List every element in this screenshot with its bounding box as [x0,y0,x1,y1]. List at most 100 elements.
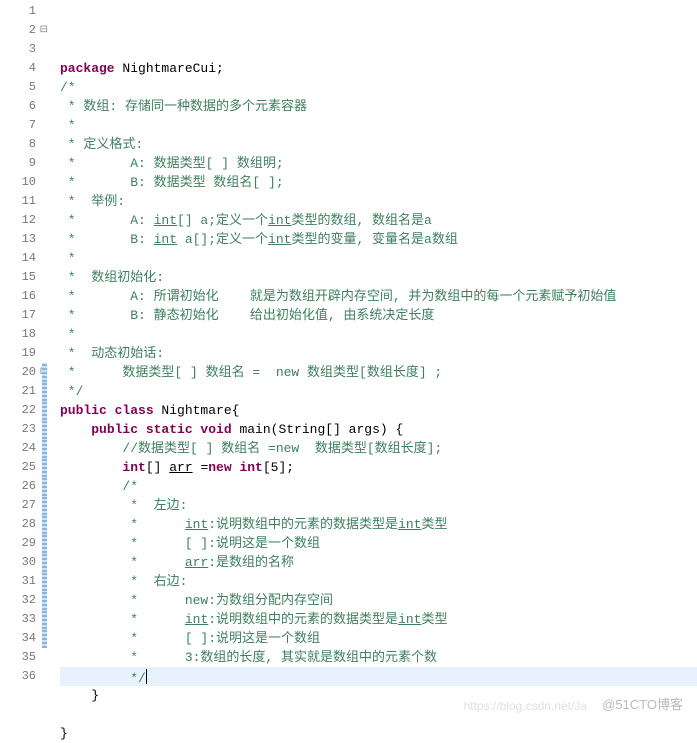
code-line[interactable]: * B: int a[];定义一个int类型的变量, 变量名是a数组 [60,230,697,249]
code-line[interactable]: public class Nightmare{ [60,401,697,420]
code-line[interactable]: * B: 静态初始化 给出初始化值, 由系统决定长度 [60,306,697,325]
change-marker [42,477,47,496]
code-line[interactable]: * B: 数据类型 数组名[ ]; [60,173,697,192]
code-token: * new:为数组分配内存空间 [122,593,333,608]
code-token: * 左边: [122,498,187,513]
code-token: * 定义格式: [60,137,143,152]
code-token: } [91,688,99,703]
change-marker [42,401,47,420]
code-token: :是数组的名称 [208,555,294,570]
code-line[interactable]: } [60,724,697,743]
code-line[interactable]: int[] arr =new int[5]; [60,458,697,477]
code-line[interactable]: * 举例: [60,192,697,211]
code-line[interactable]: //数据类型[ ] 数组名 =new 数据类型[数组长度]; [60,439,697,458]
code-token: * [122,517,184,532]
code-token: int [398,517,421,532]
code-line[interactable]: */ [60,382,697,401]
change-marker [42,553,47,572]
code-token: * [122,612,184,627]
line-number: 1 [0,2,36,21]
code-line[interactable]: * [60,325,697,344]
code-editor[interactable]: 12⊟34567891011121314151617181920⊟2122232… [0,0,697,719]
code-token: * 动态初始话: [60,346,164,361]
code-token: * [60,118,76,133]
code-area[interactable]: package NightmareCui;/* * 数组: 存储同一种数据的多个… [42,0,697,719]
code-token: a[];定义一个 [177,232,268,247]
line-number: 32 [0,591,36,610]
line-number: 25 [0,458,36,477]
code-line[interactable]: /* [60,78,697,97]
code-line[interactable]: * 数组: 存储同一种数据的多个元素容器 [60,97,697,116]
line-number: 10 [0,173,36,192]
code-token: * B: [60,232,154,247]
code-token: /* [122,479,138,494]
line-number: 34 [0,629,36,648]
code-token: int [268,232,291,247]
code-token: * [ ]:说明这是一个数组 [122,631,320,646]
code-line[interactable]: package NightmareCui; [60,59,697,78]
code-line[interactable]: * int:说明数组中的元素的数据类型是int类型 [60,515,697,534]
code-line[interactable]: /* [60,477,697,496]
code-line[interactable]: * [ ]:说明这是一个数组 [60,629,697,648]
code-line[interactable]: * 3:数组的长度, 其实就是数组中的元素个数 [60,648,697,667]
watermark-primary: @51CTO博客 [602,694,683,713]
code-token: new int [208,460,263,475]
code-token: * 右边: [122,574,187,589]
code-token: int [154,232,177,247]
code-token: } [60,726,68,741]
code-line[interactable]: */ [60,667,697,686]
code-token: int [154,213,177,228]
line-number: 29 [0,534,36,553]
code-token: 类型的变量, 变量名是a数组 [291,232,457,247]
code-line[interactable]: public static void main(String[] args) { [60,420,697,439]
line-number: 9 [0,154,36,173]
code-token: */ [60,384,83,399]
code-token: :说明数组中的元素的数据类型是 [208,517,398,532]
code-token: * B: 静态初始化 给出初始化值, 由系统决定长度 [60,308,434,323]
code-line[interactable]: * 数据类型[ ] 数组名 = new 数组类型[数组长度] ; [60,363,697,382]
code-token: * [ ]:说明这是一个数组 [122,536,320,551]
code-line[interactable]: * A: 数据类型[ ] 数组明; [60,154,697,173]
change-marker [42,420,47,439]
code-token: main(String[] args) { [239,422,403,437]
line-number: 5 [0,78,36,97]
change-marker [42,363,47,382]
code-line[interactable]: * 右边: [60,572,697,591]
line-number: 11 [0,192,36,211]
code-token: Nightmare{ [161,403,239,418]
code-line[interactable]: * 定义格式: [60,135,697,154]
code-line[interactable]: * int:说明数组中的元素的数据类型是int类型 [60,610,697,629]
code-line[interactable]: * 数组初始化: [60,268,697,287]
code-token: * A: 数据类型[ ] 数组明; [60,156,284,171]
code-token: int [185,517,208,532]
change-marker [42,534,47,553]
line-number: 33 [0,610,36,629]
text-caret [146,669,147,684]
code-token: [5]; [263,460,294,475]
code-line[interactable]: * [60,116,697,135]
code-token: arr [169,460,192,475]
code-token: int [268,213,291,228]
code-line[interactable]: * arr:是数组的名称 [60,553,697,572]
code-line[interactable]: * 动态初始话: [60,344,697,363]
code-line[interactable]: * A: 所谓初始化 就是为数组开辟内存空间, 并为数组中的每一个元素赋予初始值 [60,287,697,306]
line-number: 36 [0,667,36,686]
line-number: 2⊟ [0,21,36,40]
code-line[interactable]: * A: int[] a;定义一个int类型的数组, 数组名是a [60,211,697,230]
code-token: * 数组初始化: [60,270,164,285]
line-number: 20⊟ [0,363,36,382]
code-line[interactable]: * 左边: [60,496,697,515]
code-line[interactable]: * new:为数组分配内存空间 [60,591,697,610]
code-token: = [193,460,209,475]
code-line[interactable]: * [ ]:说明这是一个数组 [60,534,697,553]
line-number: 24 [0,439,36,458]
line-number: 30 [0,553,36,572]
code-line[interactable]: * [60,249,697,268]
code-token: * B: 数据类型 数组名[ ]; [60,175,284,190]
change-marker [42,439,47,458]
code-token: arr [185,555,208,570]
line-number: 6 [0,97,36,116]
line-number: 23 [0,420,36,439]
code-token: [] [146,460,169,475]
code-token: */ [122,671,145,686]
